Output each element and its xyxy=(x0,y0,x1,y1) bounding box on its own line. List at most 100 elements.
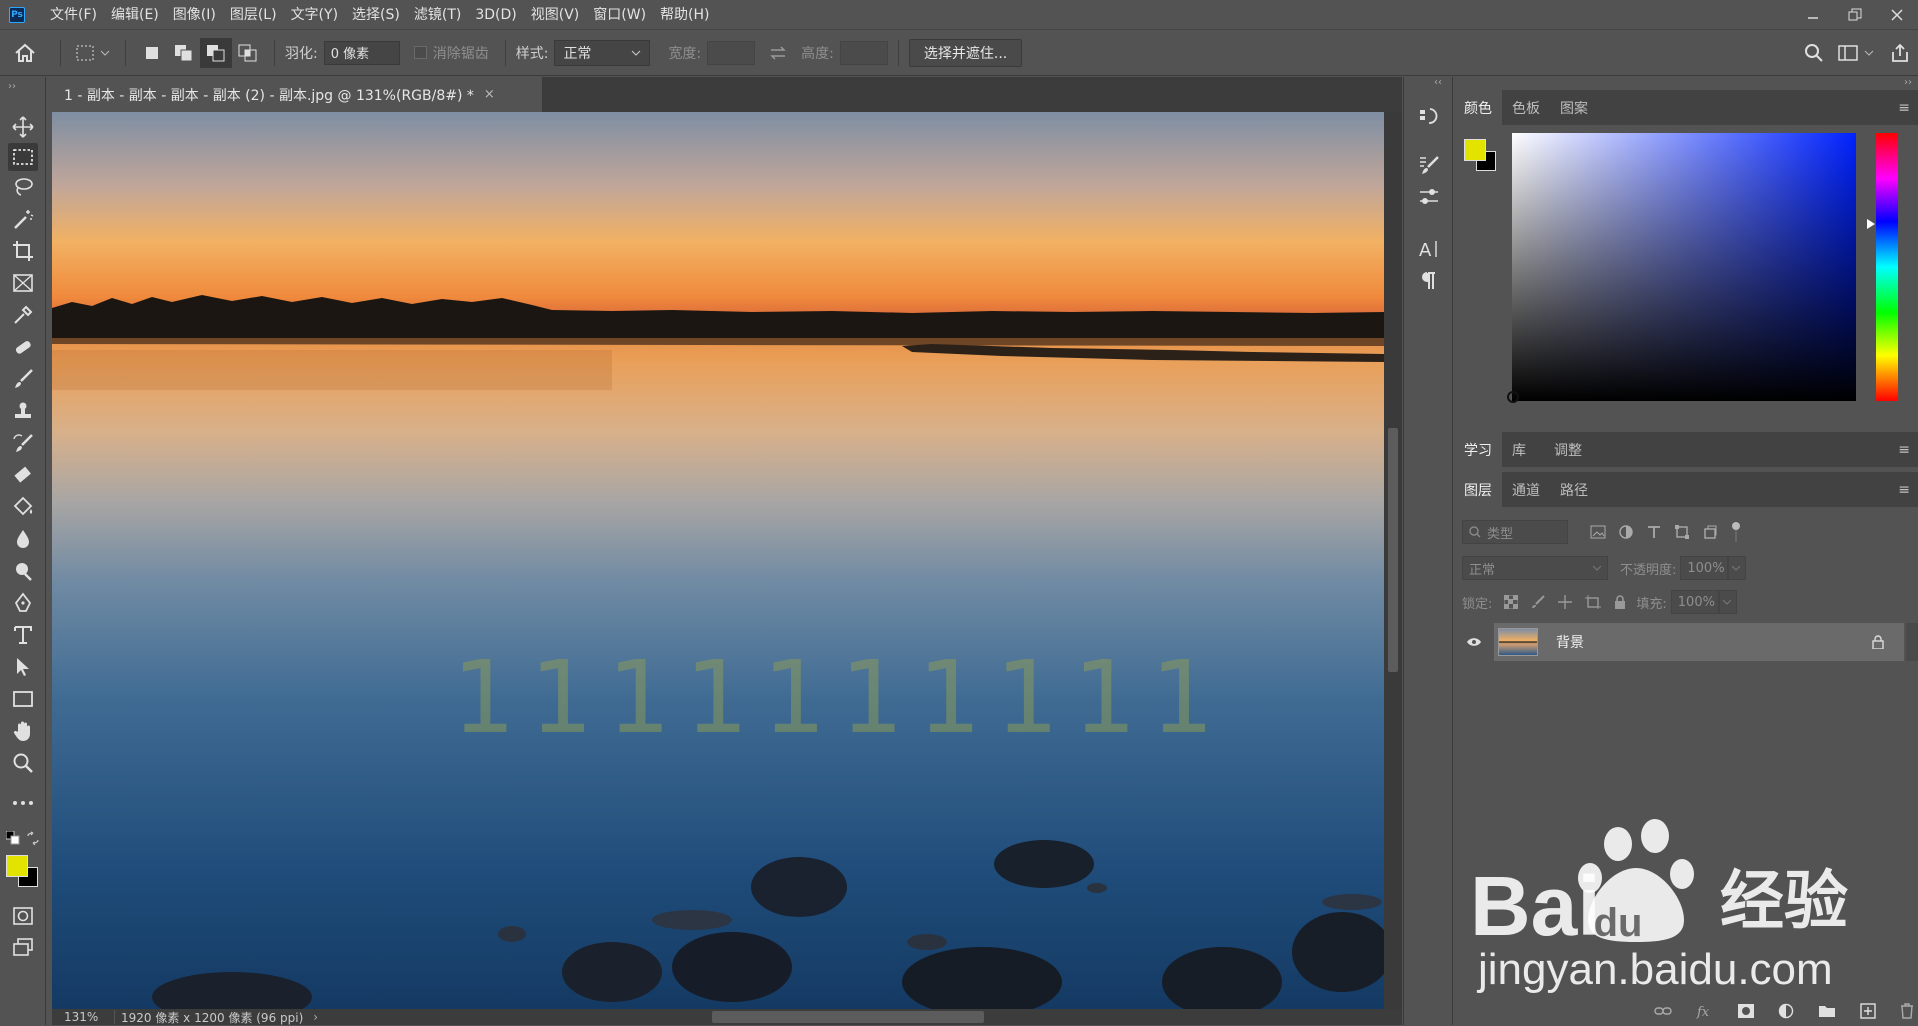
type-tool[interactable] xyxy=(8,621,38,649)
intersect-selection-button[interactable] xyxy=(232,38,264,68)
blur-tool[interactable] xyxy=(8,525,38,553)
document-tab-close-button[interactable]: × xyxy=(484,87,495,102)
tab-patterns[interactable]: 图案 xyxy=(1550,90,1598,125)
rectangle-tool[interactable] xyxy=(8,685,38,713)
fill-dropdown[interactable] xyxy=(1718,590,1737,614)
filter-adjustment-icon[interactable] xyxy=(1618,524,1634,540)
crop-tool[interactable] xyxy=(8,237,38,265)
workspace-button[interactable] xyxy=(1832,38,1882,68)
layer-name[interactable]: 背景 xyxy=(1556,632,1584,652)
vertical-scrollbar[interactable] xyxy=(1384,112,1402,1009)
document-info[interactable]: 1920 像素 x 1200 像素 (96 ppi) xyxy=(121,1009,303,1026)
delete-layer-icon[interactable] xyxy=(1900,1003,1914,1019)
restore-button[interactable] xyxy=(1834,0,1876,30)
hue-slider[interactable] xyxy=(1867,133,1898,401)
document-tab[interactable]: 1 - 副本 - 副本 - 副本 - 副本 (2) - 副本.jpg @ 131… xyxy=(52,77,542,112)
tab-learn[interactable]: 学习 xyxy=(1454,432,1502,467)
lock-image-icon[interactable] xyxy=(1531,595,1546,609)
layers-panel-menu-icon[interactable]: ≡ xyxy=(1898,482,1910,498)
lock-transparent-icon[interactable] xyxy=(1504,595,1519,609)
panel-foreground-swatch[interactable] xyxy=(1464,139,1486,161)
layer-row-background[interactable]: 背景 xyxy=(1494,623,1904,661)
menu-window[interactable]: 窗口(W) xyxy=(586,0,653,30)
menu-edit[interactable]: 编辑(E) xyxy=(104,0,166,30)
layers-scrollbar[interactable] xyxy=(1906,623,1918,661)
filter-toggle-icon[interactable] xyxy=(1730,520,1742,544)
tab-channels[interactable]: 通道 xyxy=(1502,472,1550,507)
screen-mode-button[interactable] xyxy=(8,933,38,961)
menu-file[interactable]: 文件(F) xyxy=(43,0,104,30)
add-selection-button[interactable] xyxy=(168,38,200,68)
brush-tool[interactable] xyxy=(8,365,38,393)
history-brush-tool[interactable] xyxy=(8,429,38,457)
lock-all-icon[interactable] xyxy=(1614,595,1626,609)
eyedropper-tool[interactable] xyxy=(8,301,38,329)
fx-icon[interactable]: fx xyxy=(1696,1003,1714,1019)
tab-paths[interactable]: 路径 xyxy=(1550,472,1598,507)
quick-mask-button[interactable] xyxy=(8,902,38,930)
foreground-color-swatch[interactable] xyxy=(6,855,28,877)
menu-help[interactable]: 帮助(H) xyxy=(653,0,716,30)
antialias-checkbox[interactable] xyxy=(413,46,427,59)
history-panel-button[interactable] xyxy=(1415,103,1443,131)
horizontal-scroll-thumb[interactable] xyxy=(712,1011,984,1023)
pen-tool[interactable] xyxy=(8,589,38,617)
filter-type-icon[interactable] xyxy=(1646,524,1662,540)
color-field[interactable] xyxy=(1507,133,1856,403)
character-panel-button[interactable]: A xyxy=(1415,235,1443,263)
add-mask-icon[interactable] xyxy=(1738,1004,1754,1018)
tab-layers[interactable]: 图层 xyxy=(1454,472,1502,507)
hue-slider-handle-icon[interactable] xyxy=(1867,219,1875,229)
brush-settings-panel-button[interactable] xyxy=(1415,151,1443,179)
close-button[interactable] xyxy=(1876,0,1918,30)
overlay-text-layer[interactable]: 1111111111 xyxy=(452,639,1228,756)
rect-marquee-tool[interactable] xyxy=(8,143,38,171)
menu-select[interactable]: 选择(S) xyxy=(345,0,407,30)
share-button[interactable] xyxy=(1882,38,1918,68)
menu-view[interactable]: 视图(V) xyxy=(524,0,587,30)
eraser-tool[interactable] xyxy=(8,461,38,489)
tab-swatches[interactable]: 色板 xyxy=(1502,90,1550,125)
layer-filter-select[interactable]: 类型 xyxy=(1462,520,1568,544)
select-and-mask-button[interactable]: 选择并遮住... xyxy=(908,38,1023,67)
subtract-selection-button[interactable] xyxy=(200,37,232,68)
canvas-area[interactable]: 1111111111 xyxy=(52,112,1402,1009)
width-input[interactable] xyxy=(707,40,756,65)
color-panel-menu-icon[interactable]: ≡ xyxy=(1898,100,1910,116)
minimize-button[interactable] xyxy=(1792,0,1834,30)
blend-mode-select[interactable]: 正常 xyxy=(1462,556,1608,580)
menu-layer[interactable]: 图层(L) xyxy=(223,0,284,30)
feather-input[interactable]: 0 像素 xyxy=(323,40,400,65)
zoom-level[interactable]: 131% xyxy=(52,1010,108,1024)
clone-stamp-tool[interactable] xyxy=(8,397,38,425)
healing-brush-tool[interactable] xyxy=(8,333,38,361)
magic-wand-tool[interactable] xyxy=(8,205,38,233)
layer-visibility-toggle[interactable] xyxy=(1454,623,1494,661)
filter-shape-icon[interactable] xyxy=(1674,524,1690,540)
opacity-dropdown[interactable] xyxy=(1728,556,1747,580)
status-chevron-icon[interactable]: › xyxy=(313,1010,318,1024)
expand-dock-icon[interactable]: ‹‹ xyxy=(1434,77,1442,88)
default-colors-button[interactable] xyxy=(5,830,20,849)
collapse-panels-icon[interactable]: ›› xyxy=(1904,77,1912,88)
filter-pixel-icon[interactable] xyxy=(1590,525,1606,539)
document-image[interactable]: 1111111111 xyxy=(52,112,1392,1009)
search-button[interactable] xyxy=(1796,38,1832,68)
new-selection-button[interactable] xyxy=(136,38,168,68)
zoom-tool[interactable] xyxy=(8,749,38,777)
new-adjustment-icon[interactable] xyxy=(1778,1003,1794,1019)
marquee-preset-picker[interactable] xyxy=(71,38,115,68)
vertical-scroll-thumb[interactable] xyxy=(1388,428,1398,672)
move-tool[interactable] xyxy=(8,113,38,141)
menu-3d[interactable]: 3D(D) xyxy=(468,0,523,30)
fill-input[interactable]: 100% xyxy=(1670,590,1719,614)
tab-libraries[interactable]: 库 xyxy=(1502,432,1544,467)
new-layer-icon[interactable] xyxy=(1860,1003,1876,1019)
paragraph-panel-button[interactable] xyxy=(1415,267,1443,295)
hand-tool[interactable] xyxy=(8,717,38,745)
home-button[interactable] xyxy=(0,30,50,76)
paint-bucket-tool[interactable] xyxy=(8,493,38,521)
frame-tool[interactable] xyxy=(8,269,38,297)
lock-artboard-icon[interactable] xyxy=(1585,595,1602,609)
swap-width-height-button[interactable] xyxy=(755,38,801,68)
